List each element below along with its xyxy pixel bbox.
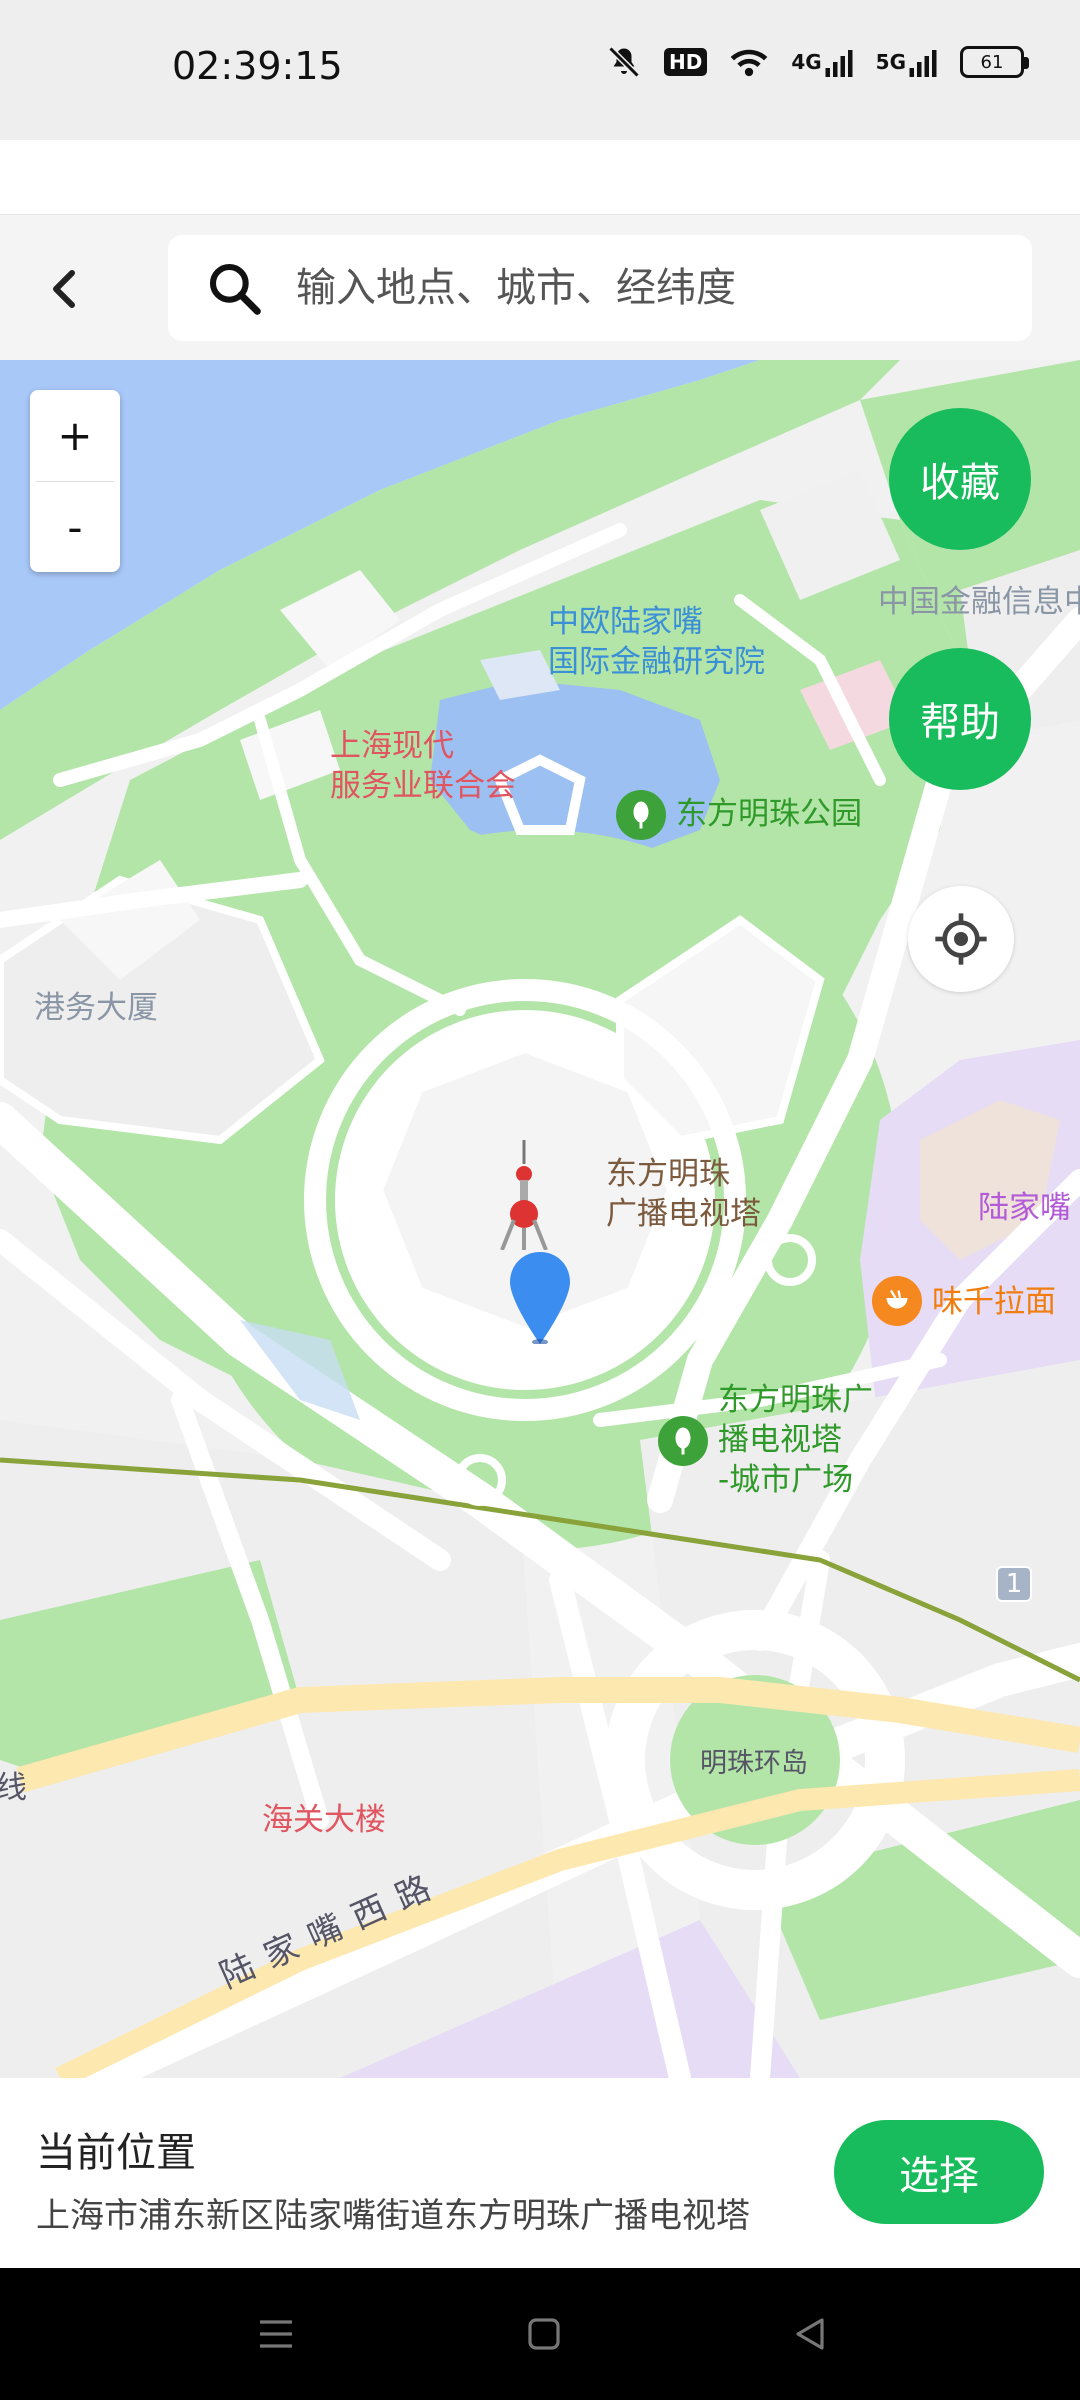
select-button[interactable]: 选择 [834, 2120, 1044, 2224]
plaza-poi-icon [658, 1416, 708, 1466]
locate-button[interactable] [908, 886, 1014, 992]
back-button[interactable] [32, 249, 96, 329]
search-input[interactable] [296, 265, 976, 311]
search-header [0, 214, 1080, 360]
map-label-ceibs-line1: 中欧陆家嘴 [548, 604, 703, 640]
map-label-customs: 海关大楼 [262, 1802, 386, 1838]
home-icon [528, 2318, 560, 2350]
map-label-park: 东方明珠公园 [676, 796, 862, 832]
map-label-line-fragment: 线 [0, 1770, 27, 1806]
map-label-plaza-line1: 东方明珠广 [718, 1382, 873, 1418]
map-view[interactable]: 中欧陆家嘴 国际金融研究院 中国金融信息中 上海现代 服务业联合会 东方明珠公园… [0, 360, 1080, 2078]
current-location-panel: 当前位置 上海市浦东新区陆家嘴街道东方明珠广播电视塔 选择 [0, 2078, 1080, 2268]
wifi-icon [729, 46, 769, 78]
map-label-ceibs-line2: 国际金融研究院 [548, 644, 765, 680]
search-box[interactable] [168, 235, 1032, 341]
zoom-in-button[interactable]: + [30, 390, 120, 481]
map-label-tower-line1: 东方明珠 [606, 1156, 730, 1192]
signal-5g-icon: 5G [876, 47, 938, 77]
metro-line-badge: 1 [996, 1566, 1032, 1602]
map-label-roundabout: 明珠环岛 [700, 1748, 808, 1779]
search-icon [204, 258, 264, 318]
map-label-port-building: 港务大厦 [34, 990, 158, 1026]
map-label-tower-line2: 广播电视塔 [606, 1196, 761, 1232]
location-pin-icon [510, 1252, 570, 1344]
system-nav-bar [0, 2268, 1080, 2400]
tower-icon [500, 1140, 548, 1250]
status-icons: HD 4G 5G 61 [606, 44, 1029, 80]
mute-icon [606, 44, 642, 80]
map-label-ceibs: 中欧陆家嘴 国际金融研究院 [548, 602, 765, 682]
map-label-plaza-line3: -城市广场 [718, 1462, 854, 1498]
map-label-plaza-line2: 播电视塔 [718, 1422, 842, 1458]
map-label-ajisen: 味千拉面 [932, 1284, 1056, 1320]
map-label-lujiazui: 陆家嘴 [978, 1190, 1071, 1226]
chevron-left-icon [53, 270, 75, 308]
zoom-out-button[interactable]: - [30, 482, 120, 573]
restaurant-poi-icon [872, 1276, 922, 1326]
crosshair-icon [935, 913, 987, 965]
menu-icon [260, 2320, 292, 2348]
status-time: 02:39:15 [172, 44, 343, 88]
status-bar: 02:39:15 HD 4G 5G 61 [0, 0, 1080, 140]
back-triangle-icon [796, 2318, 824, 2350]
home-button[interactable] [514, 2304, 574, 2364]
map-label-services-line2: 服务业联合会 [330, 768, 516, 804]
signal-5g-label: 5G [875, 50, 906, 74]
signal-4g-label: 4G [791, 50, 822, 74]
park-poi-icon [616, 790, 666, 840]
signal-4g-icon: 4G [791, 47, 853, 77]
zoom-control: + - [30, 390, 120, 572]
back-nav-button[interactable] [780, 2304, 840, 2364]
menu-button[interactable] [246, 2304, 306, 2364]
current-location-address: 上海市浦东新区陆家嘴街道东方明珠广播电视塔 [36, 2196, 750, 2236]
map-label-tower: 东方明珠 广播电视塔 [606, 1154, 761, 1234]
hd-icon: HD [663, 48, 708, 76]
current-location-title: 当前位置 [36, 2130, 196, 2176]
battery-icon: 61 [960, 46, 1029, 78]
map-label-finance-info: 中国金融信息中 [878, 584, 1080, 620]
map-label-services: 上海现代 服务业联合会 [330, 726, 516, 806]
help-button[interactable]: 帮助 [889, 648, 1031, 790]
map-label-plaza: 东方明珠广 播电视塔 -城市广场 [718, 1380, 873, 1500]
map-label-services-line1: 上海现代 [330, 728, 454, 764]
favorite-button[interactable]: 收藏 [889, 408, 1031, 550]
